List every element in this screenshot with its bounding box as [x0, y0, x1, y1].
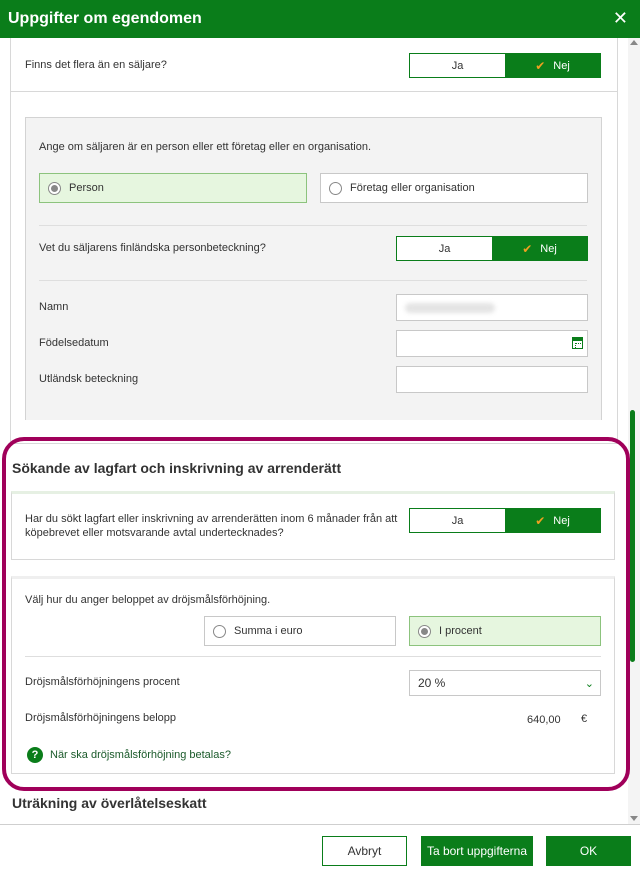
check-icon: ✔ [522, 241, 533, 256]
scrollbar-thumb[interactable] [630, 410, 635, 662]
dialog-title: Uppgifter om egendomen [8, 10, 202, 27]
multiple-sellers-no-label: Nej [553, 59, 570, 72]
ssn-no[interactable]: ✔ Nej [492, 237, 587, 260]
scroll-up-icon[interactable] [630, 40, 638, 45]
percent-label: Dröjsmålsförhöjningens procent [25, 676, 180, 688]
ssn-no-label: Nej [540, 242, 557, 255]
divider [39, 280, 587, 281]
amount-value: 640,00 [527, 714, 561, 726]
surcharge-help-link[interactable]: När ska dröjsmålsförhöjning betalas? [50, 749, 231, 761]
check-icon: ✔ [535, 513, 546, 528]
amount-label: Dröjsmålsförhöjningens belopp [25, 712, 177, 724]
applicant-no-label: Nej [553, 514, 570, 527]
seller-type-person[interactable]: Person [39, 173, 307, 203]
applicant-section-title: Sökande av lagfart och inskrivning av ar… [12, 460, 342, 476]
seller-type-prompt: Ange om säljaren är en person eller ett … [39, 141, 372, 153]
applicant-yes[interactable]: Ja [410, 509, 505, 532]
amount-percent-label: I procent [439, 625, 482, 637]
scrollbar[interactable] [628, 38, 640, 824]
divider [39, 225, 587, 226]
dialog-footer: Avbryt Ta bort uppgifterna OK [0, 824, 640, 872]
applicant-no[interactable]: ✔ Nej [505, 509, 600, 532]
multiple-sellers-yes[interactable]: Ja [410, 54, 505, 77]
foreign-id-label: Utländsk beteckning [39, 373, 139, 385]
seller-type-person-label: Person [69, 182, 104, 194]
close-icon[interactable]: ✕ [613, 8, 628, 28]
seller-type-company[interactable]: Företag eller organisation [320, 173, 588, 203]
amount-prompt: Välj hur du anger beloppet av dröjsmålsf… [25, 594, 271, 606]
currency-symbol: € [581, 713, 588, 725]
next-section-title: Uträkning av överlåtelseskatt [12, 795, 207, 811]
multiple-sellers-no[interactable]: ✔ Nej [505, 54, 600, 77]
cancel-button[interactable]: Avbryt [322, 836, 407, 866]
calendar-icon[interactable] [572, 337, 583, 349]
ssn-yes[interactable]: Ja [397, 237, 492, 260]
dob-label: Födelsedatum [39, 337, 109, 349]
ok-button[interactable]: OK [546, 836, 631, 866]
radio-euro[interactable] [213, 624, 226, 638]
dialog-titlebar: Uppgifter om egendomen ✕ [0, 0, 640, 38]
radio-person[interactable] [48, 181, 61, 195]
ssn-toggle: Ja ✔ Nej [396, 236, 588, 261]
foreign-id-field[interactable] [396, 366, 588, 393]
seller-type-company-label: Företag eller organisation [350, 182, 475, 194]
help-icon[interactable]: ? [27, 747, 43, 763]
percent-select[interactable]: 20 % ⌄ [409, 670, 601, 696]
applicant-toggle: Ja ✔ Nej [409, 508, 601, 533]
divider [25, 656, 601, 657]
redacted-name [405, 303, 495, 313]
dob-field[interactable] [396, 330, 588, 357]
ssn-yes-label: Ja [438, 242, 451, 255]
amount-percent-option[interactable]: I procent [409, 616, 601, 646]
name-label: Namn [39, 301, 69, 313]
amount-euro-label: Summa i euro [234, 625, 303, 637]
scroll-down-icon[interactable] [630, 816, 638, 821]
ssn-question: Vet du säljarens finländska personbeteck… [39, 242, 266, 254]
dialog-content: Finns det flera än en säljare? Ja ✔ Nej A… [0, 38, 628, 824]
applicant-yes-label: Ja [451, 514, 464, 527]
multiple-sellers-toggle: Ja ✔ Nej [409, 53, 601, 78]
radio-company[interactable] [329, 181, 342, 195]
name-field[interactable] [396, 294, 588, 321]
applicant-question: Har du sökt lagfart eller inskrivning av… [25, 513, 398, 539]
multiple-sellers-question: Finns det flera än en säljare? [25, 59, 167, 71]
delete-button[interactable]: Ta bort uppgifterna [421, 836, 533, 866]
check-icon: ✔ [535, 58, 546, 73]
chevron-down-icon: ⌄ [584, 678, 594, 690]
amount-euro-option[interactable]: Summa i euro [204, 616, 396, 646]
multiple-sellers-yes-label: Ja [451, 59, 464, 72]
percent-select-value: 20 % [418, 676, 446, 690]
radio-percent[interactable] [418, 624, 431, 638]
